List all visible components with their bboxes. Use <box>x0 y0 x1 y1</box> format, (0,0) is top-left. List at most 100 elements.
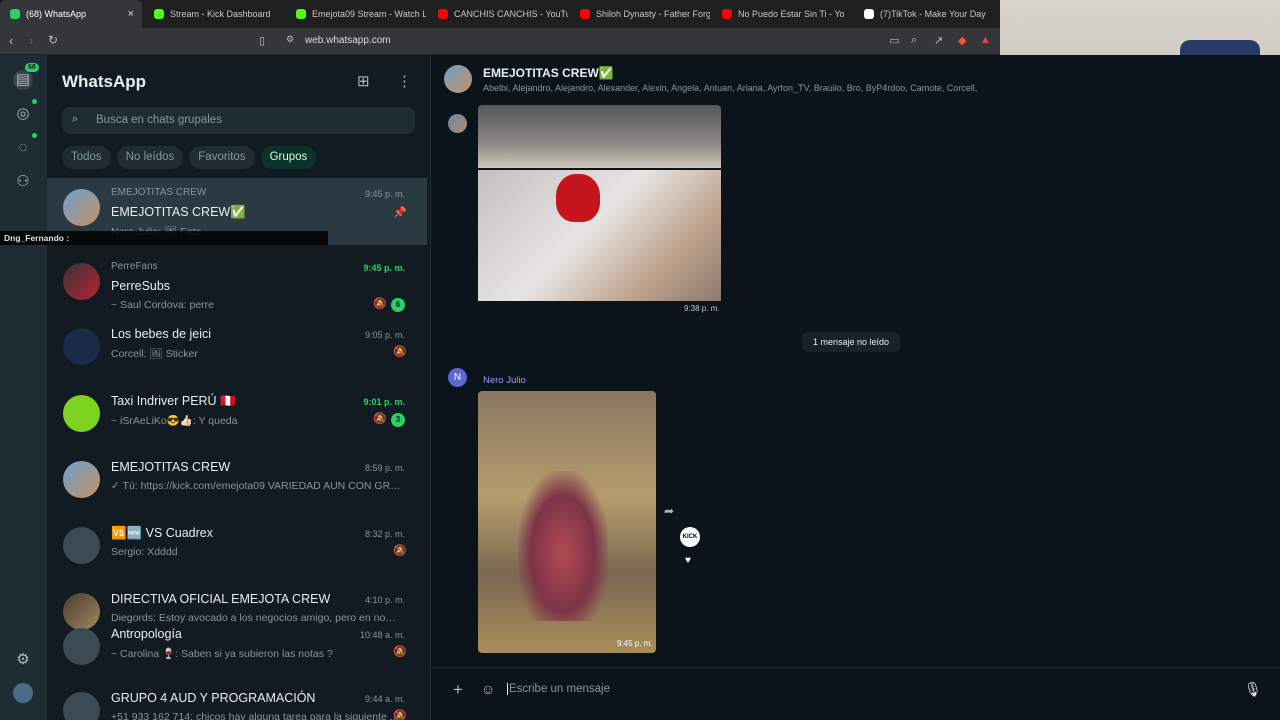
forward-icon[interactable]: ➦ <box>664 504 674 518</box>
filter-unread[interactable]: No leídos <box>116 146 184 169</box>
youtube-icon <box>438 9 448 19</box>
settings-icon[interactable]: ⚙ <box>13 650 33 670</box>
browser-tab[interactable]: No Puedo Estar Sin Ti - Yo <box>712 0 852 28</box>
conversation-header[interactable]: EMEJOTITAS CREW✅ Abelbi, Alejandro, Alej… <box>431 55 1000 103</box>
chat-name: EMEJOTITAS CREW <box>111 460 231 474</box>
chat-last-message: ~ Carolina 🍷: Saben si ya subieron las n… <box>111 648 333 660</box>
close-tab-icon[interactable]: × <box>128 8 134 20</box>
chat-row[interactable]: GRUPO 4 AUD Y PROGRAMACIÓN +51 933 162 71… <box>47 681 427 720</box>
chat-name: PerreSubs <box>111 279 171 293</box>
muted-icon: 🔕 <box>393 545 407 557</box>
share-icon[interactable]: ↗ <box>934 34 943 47</box>
chat-row[interactable]: PerreFans PerreSubs ~ Saul Cordova: perre 9… <box>47 252 427 318</box>
filter-all[interactable]: Todos <box>62 146 111 169</box>
chat-time: 9:44 a. m. <box>364 694 405 704</box>
menu-icon[interactable]: ⋮ <box>397 72 412 90</box>
browser-tab[interactable]: (68) WhatsApp × <box>0 0 142 28</box>
chat-community: PerreFans <box>111 261 158 272</box>
microphone-icon[interactable]: 🎙 <box>1244 681 1262 698</box>
browser-tab[interactable]: CANCHIS CANCHIS - YouTube <box>428 0 568 28</box>
unread-badge: 3 <box>391 413 405 427</box>
site-info-icon[interactable]: ⚙ <box>286 34 294 45</box>
chat-time: 9:05 p. m. <box>364 330 405 340</box>
chat-row[interactable]: 🆚🆕 VS Cuadrex Sergio: Xdddd 8:32 p. m. 🔕 <box>47 516 427 582</box>
forward-icon[interactable]: › <box>29 33 33 48</box>
back-icon[interactable]: ‹ <box>9 33 13 48</box>
muted-icon: 🔕 <box>373 413 387 425</box>
muted-icon: 🔕 <box>393 646 407 658</box>
chat-time: 9:45 p. m. <box>364 189 405 199</box>
browser-tab[interactable]: Stream - Kick Dashboard <box>144 0 284 28</box>
image-message[interactable] <box>478 170 721 301</box>
chat-last-message: +51 933 162 714: chicos hay alguna tarea… <box>111 711 399 720</box>
chat-name: DIRECTIVA OFICIAL EMEJOTA CREW <box>111 592 331 606</box>
chat-last-message: Sergio: Xdddd <box>111 546 178 558</box>
muted-icon: 🔕 <box>393 710 407 720</box>
tab-label: No Puedo Estar Sin Ti - Yo <box>738 9 845 19</box>
unread-badge: 6 <box>391 298 405 312</box>
tab-label: Emejota09 Stream - Watch Live <box>312 9 426 19</box>
search-input[interactable]: ⌕ Busca en chats grupales <box>62 107 415 134</box>
bookmark-icon[interactable]: ▯ <box>259 34 265 47</box>
conversation-panel: EMEJOTITAS CREW✅ Abelbi, Alejandro, Alej… <box>431 55 1280 720</box>
browser-tab[interactable]: Shiloh Dynasty - Father Forgive <box>570 0 710 28</box>
kick-icon <box>154 9 164 19</box>
app-rail: ▤ 68 ◎ ◌ ⚇ ⚙ <box>0 55 47 720</box>
video-message[interactable]: KICK ♥ <box>478 391 700 653</box>
group-avatar[interactable] <box>444 65 472 93</box>
muted-icon: 🔕 <box>393 346 407 358</box>
youtube-icon <box>580 9 590 19</box>
app-title: WhatsApp <box>62 72 147 91</box>
browser-tab[interactable]: Emejota09 Stream - Watch Live <box>286 0 426 28</box>
address-bar: ‹ › ↻ ▯ ⚙ web.whatsapp.com ▭ ⌕ ↗ ◆ ▲ <box>0 28 1000 55</box>
profile-avatar[interactable] <box>13 683 33 703</box>
emoji-icon[interactable]: ☺ <box>481 681 495 697</box>
chat-time: 8:32 p. m. <box>364 529 405 539</box>
chat-avatar <box>63 189 100 226</box>
chat-row[interactable]: Los bebes de jeici Corcell: 🖼 Sticker 9:05… <box>47 317 427 383</box>
zoom-icon[interactable]: ⌕ <box>911 34 917 47</box>
whatsapp-icon <box>10 9 20 19</box>
chat-row[interactable]: Taxi Indriver PERÚ 🇵🇪 ~ iSrAeLiKo😎👍🏻: Y q… <box>47 384 427 450</box>
url-text[interactable]: web.whatsapp.com <box>305 35 391 46</box>
chat-avatar <box>63 461 100 498</box>
chat-avatar <box>63 395 100 432</box>
reload-icon[interactable]: ↻ <box>48 33 58 47</box>
chat-name: GRUPO 4 AUD Y PROGRAMACIÓN <box>111 691 316 705</box>
chat-name: Taxi Indriver PERÚ 🇵🇪 <box>111 394 236 408</box>
filter-favorites[interactable]: Favoritos <box>189 146 255 169</box>
muted-icon: 🔕 <box>373 298 387 310</box>
kick-icon <box>296 9 306 19</box>
message-time: 9:38 p. m. <box>684 304 720 313</box>
message-input[interactable]: Escribe un mensaje <box>507 683 610 695</box>
unread-count-badge: 68 <box>25 63 39 72</box>
cast-icon[interactable]: ▭ <box>889 34 899 47</box>
chat-time: 10:48 a. m. <box>359 630 405 640</box>
sender-name[interactable]: Nero Julio <box>483 375 526 386</box>
brave-shield-icon[interactable]: ◆ <box>958 34 966 47</box>
tab-label: (7)TikTok - Make Your Day <box>880 9 986 19</box>
screen: (68) WhatsApp × Stream - Kick Dashboard Eme… <box>0 0 1280 720</box>
communities-icon[interactable]: ⚇ <box>13 172 33 192</box>
chat-last-message: ~ iSrAeLiKo😎👍🏻: Y queda <box>111 415 238 427</box>
sender-avatar-initial[interactable]: N <box>448 368 467 387</box>
browser-tab[interactable]: (7)TikTok - Make Your Day <box>854 0 1000 28</box>
attach-icon[interactable]: + <box>453 680 463 700</box>
chat-time: 8:59 p. m. <box>364 463 405 473</box>
chat-row[interactable]: Antropología ~ Carolina 🍷: Saben si ya su… <box>47 617 427 683</box>
sender-avatar[interactable] <box>448 114 467 133</box>
new-chat-icon[interactable]: ⊞ <box>357 72 370 90</box>
chats-icon[interactable]: ▤ <box>13 70 33 90</box>
mask-shape <box>556 174 600 222</box>
chat-community: EMEJOTITAS CREW <box>111 187 207 198</box>
image-message-top[interactable] <box>478 105 721 168</box>
chat-name: Antropología <box>111 627 182 641</box>
filter-groups[interactable]: Grupos <box>260 146 317 169</box>
search-placeholder: Busca en chats grupales <box>96 114 222 126</box>
channels-icon[interactable]: ◌ <box>13 138 33 158</box>
rewards-icon[interactable]: ▲ <box>980 34 991 46</box>
chat-list-panel: WhatsApp ⊞ ⋮ ⌕ Busca en chats grupales T… <box>47 55 431 720</box>
status-icon[interactable]: ◎ <box>13 104 33 124</box>
browser-tab-bar: (68) WhatsApp × Stream - Kick Dashboard Eme… <box>0 0 1000 28</box>
chat-row[interactable]: EMEJOTITAS CREW ✓ Tú: https://kick.com/em… <box>47 450 427 516</box>
